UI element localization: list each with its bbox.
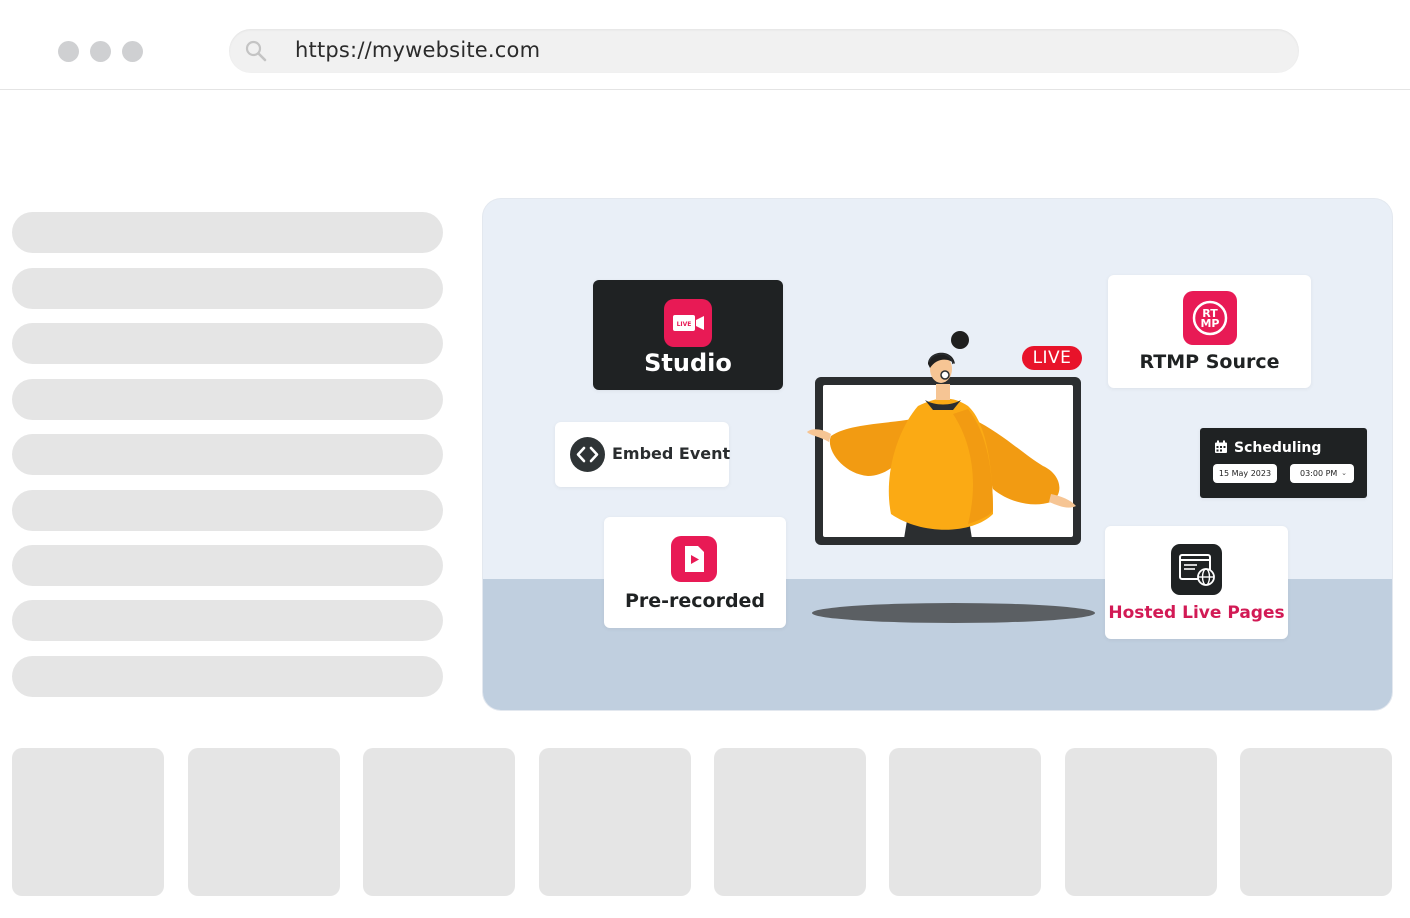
rtmp-label: RTMP Source <box>1139 351 1280 373</box>
url-text[interactable]: https://mywebsite.com <box>295 38 540 62</box>
live-badge: LIVE <box>1022 346 1082 370</box>
svg-text:MP: MP <box>1200 317 1219 330</box>
live-camera-icon: LIVE <box>664 299 712 347</box>
video-file-icon <box>671 536 717 582</box>
schedule-time-dropdown[interactable]: 03:00 PM ⌄ <box>1290 464 1354 483</box>
address-bar[interactable]: https://mywebsite.com <box>229 29 1299 73</box>
scheduling-card[interactable]: Scheduling 15 May 2023 03:00 PM ⌄ <box>1200 428 1367 498</box>
skeleton-tile <box>714 748 866 896</box>
embed-event-label: Embed Event <box>612 444 731 463</box>
studio-card[interactable]: LIVE Studio <box>593 280 783 390</box>
skeleton-line <box>12 434 443 475</box>
skeleton-tile <box>1065 748 1217 896</box>
window-dot-maximize[interactable] <box>122 41 143 62</box>
pre-recorded-label: Pre-recorded <box>624 590 766 612</box>
chevron-down-icon: ⌄ <box>1341 469 1347 477</box>
rtmp-icon: RT MP <box>1183 291 1237 345</box>
skeleton-line <box>12 656 443 697</box>
schedule-date-field[interactable]: 15 May 2023 <box>1213 464 1277 483</box>
skeleton-line <box>12 490 443 531</box>
search-icon <box>245 40 267 62</box>
skeleton-tile <box>188 748 340 896</box>
hosted-live-pages-label: Hosted Live Pages <box>1108 603 1285 623</box>
skeleton-line <box>12 323 443 364</box>
skeleton-line <box>12 268 443 309</box>
scheduling-label: Scheduling <box>1234 440 1322 456</box>
skeleton-line <box>12 545 443 586</box>
skeleton-tile <box>889 748 1041 896</box>
pre-recorded-card[interactable]: Pre-recorded <box>604 517 786 628</box>
skeleton-tile <box>363 748 515 896</box>
svg-text:LIVE: LIVE <box>677 321 692 328</box>
chrome-divider <box>0 89 1410 90</box>
skeleton-tile <box>12 748 164 896</box>
web-page-globe-icon <box>1171 544 1222 595</box>
schedule-time-value: 03:00 PM <box>1300 469 1338 478</box>
skeleton-line <box>12 379 443 420</box>
skeleton-line <box>12 600 443 641</box>
window-dot-close[interactable] <box>58 41 79 62</box>
hero-illustration: LIVE Studio RT MP RTMP Source Embed Even… <box>483 199 1392 710</box>
rtmp-source-card[interactable]: RT MP RTMP Source <box>1108 275 1311 388</box>
skeleton-tile <box>539 748 691 896</box>
embed-event-card[interactable]: Embed Event <box>555 422 731 487</box>
skeleton-tile <box>1240 748 1392 896</box>
hosted-live-pages-card[interactable]: Hosted Live Pages <box>1105 526 1288 639</box>
floor-shadow <box>812 603 1095 623</box>
skeleton-line <box>12 212 443 253</box>
window-dot-minimize[interactable] <box>90 41 111 62</box>
code-brackets-icon <box>570 437 605 472</box>
calendar-icon <box>1215 440 1227 453</box>
studio-label: Studio <box>644 349 732 377</box>
